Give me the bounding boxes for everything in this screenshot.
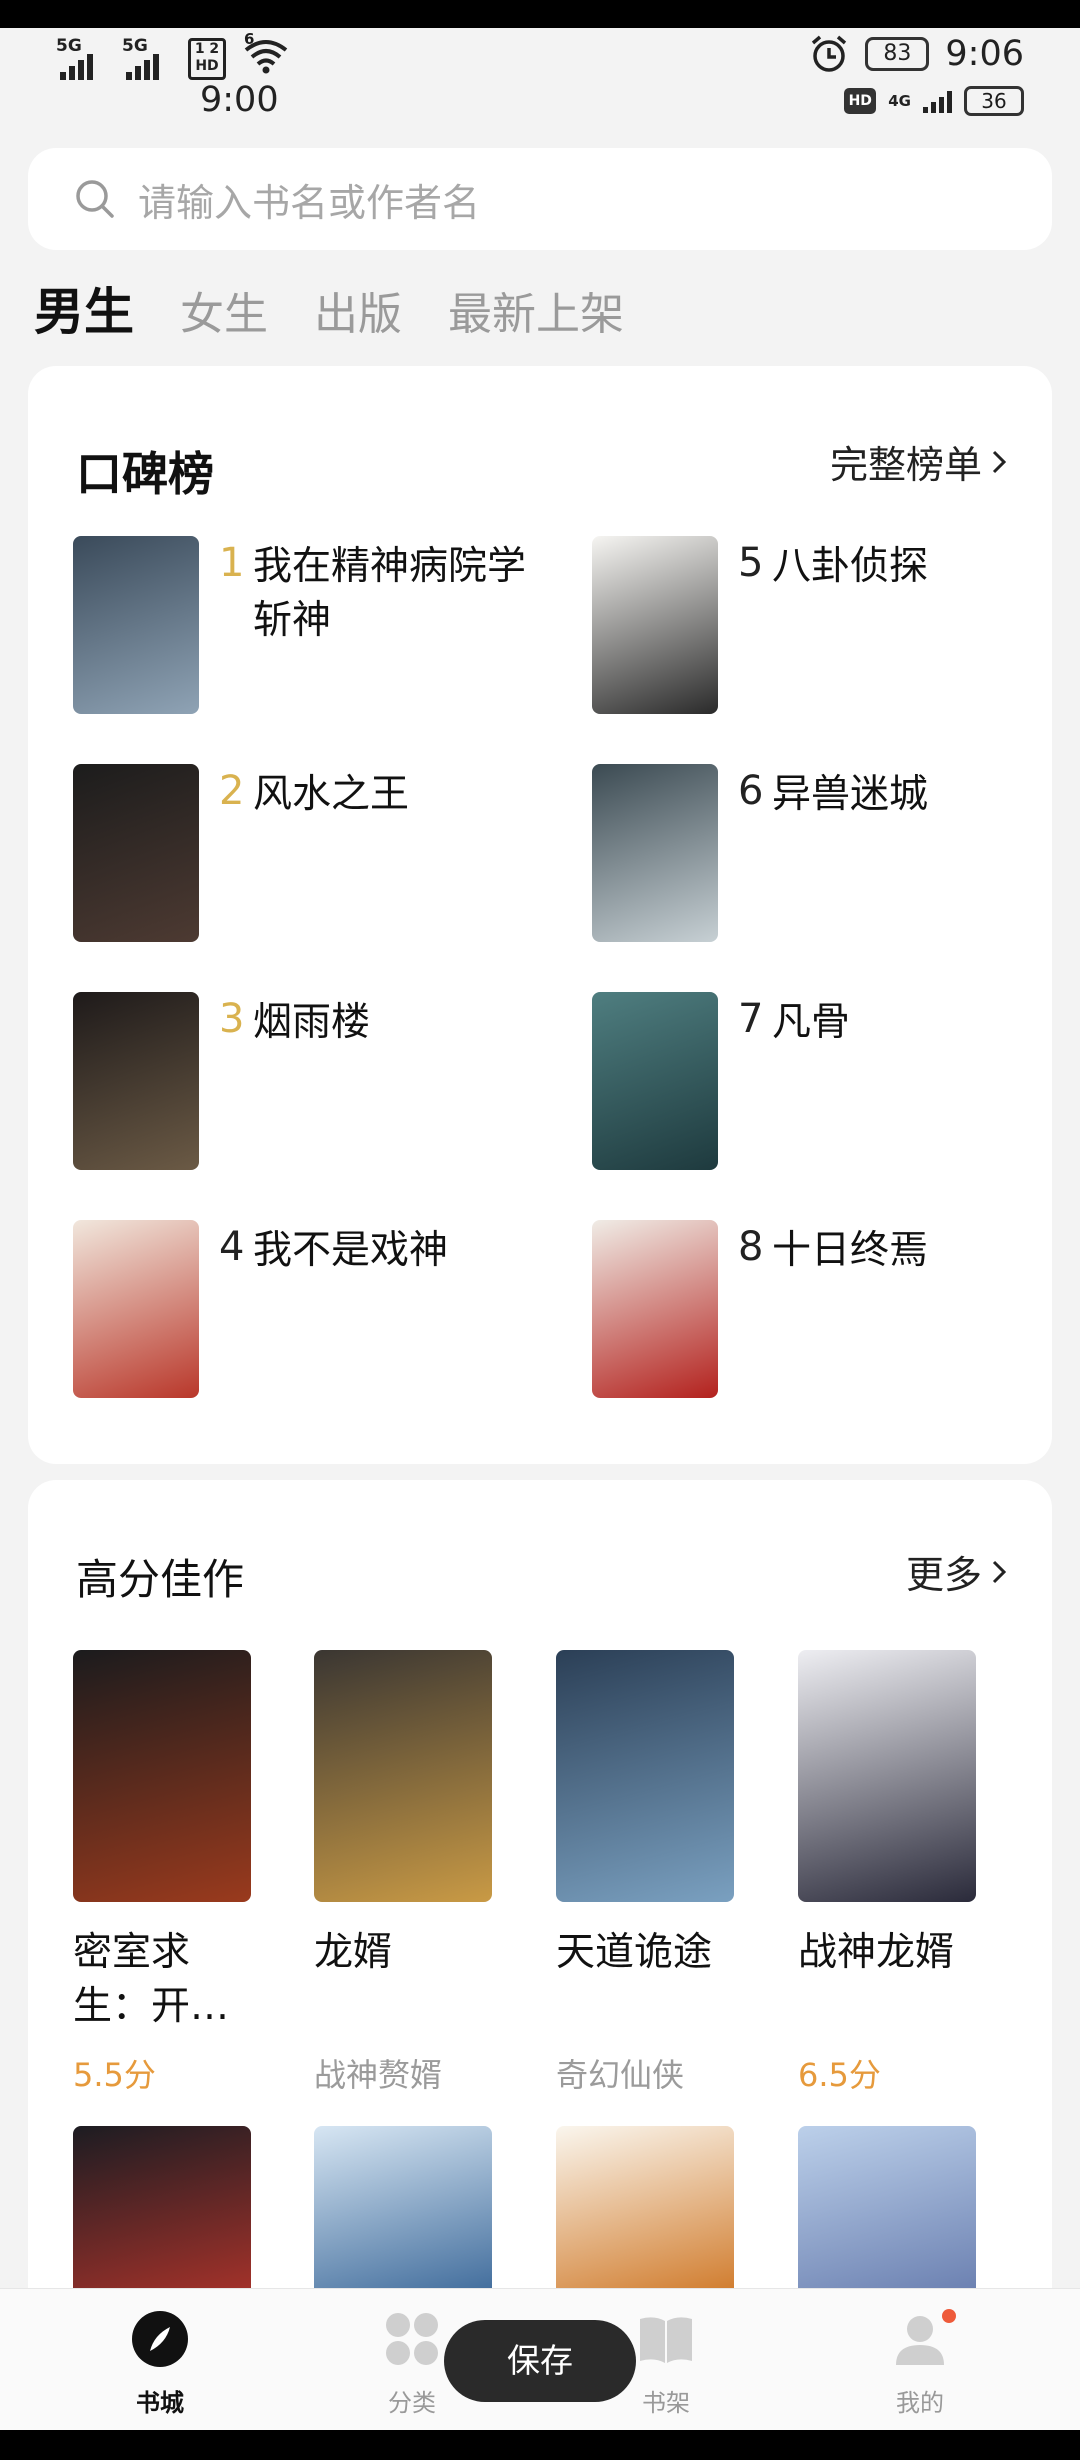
book-title[interactable]: 我在精神病院学斩神: [253, 540, 553, 648]
wifi-label: 6: [244, 30, 255, 48]
rank-number: 6: [738, 768, 764, 814]
ranking-card: 口碑榜 完整榜单 1 我在精神病院学斩神 2 风水之王 3 烟雨楼 4 我不是戏神 5 八卦侦探 6…: [28, 366, 1052, 1464]
wifi-icon: 6: [244, 30, 288, 80]
chevron-right-icon: [992, 1560, 1006, 1583]
book-title[interactable]: 十日终焉: [772, 1224, 1072, 1278]
more-link[interactable]: 更多: [906, 1544, 1006, 1599]
ranking-item[interactable]: 3 烟雨楼: [73, 992, 553, 1172]
book-score: 6.5分: [798, 2056, 881, 2094]
ranking-item[interactable]: 2 风水之王: [73, 764, 553, 944]
book-cover[interactable]: [798, 2126, 976, 2296]
book-title[interactable]: 密室求生：开…: [73, 1926, 251, 2034]
nav-profile-label: 我的: [896, 2389, 944, 2417]
book-title[interactable]: 我不是戏神: [253, 1224, 553, 1278]
battery-indicator-2: 36: [964, 86, 1024, 116]
book-cover[interactable]: [314, 2126, 492, 2296]
chevron-right-icon: [992, 450, 1006, 473]
book-card[interactable]: 密室求生：开… 5.5分: [73, 1650, 263, 2094]
signal-icon: 5G: [56, 36, 104, 80]
search-bar[interactable]: 请输入书名或作者名: [28, 148, 1052, 250]
book-title[interactable]: 风水之王: [253, 768, 553, 822]
book-cover[interactable]: [556, 2126, 734, 2296]
book-title[interactable]: 八卦侦探: [772, 540, 1072, 594]
book-cover[interactable]: [73, 764, 199, 942]
nav-bookstore[interactable]: 书城: [100, 2309, 220, 2418]
rank-number: 8: [738, 1224, 764, 1270]
search-icon: [76, 180, 114, 218]
battery-indicator: 83: [865, 37, 930, 71]
book-card[interactable]: 战神龙婿 6.5分: [798, 1650, 988, 2094]
rank-number: 2: [219, 768, 245, 814]
alarm-icon: [812, 35, 847, 72]
book-genre: 奇幻仙侠: [556, 2056, 685, 2094]
notification-dot: [942, 2309, 956, 2323]
search-placeholder[interactable]: 请输入书名或作者名: [138, 172, 480, 227]
category-icon: [386, 2313, 438, 2365]
clock-left: 9:00: [200, 80, 279, 120]
rank-number: 1: [219, 540, 245, 586]
book-cover[interactable]: [592, 1220, 718, 1398]
rank-number: 7: [738, 996, 764, 1042]
ranking-title: 口碑榜: [76, 447, 214, 501]
book-title[interactable]: 烟雨楼: [253, 996, 553, 1050]
category-tabs: 男生 女生 出版 最新上架: [34, 272, 624, 344]
sim1-label: 5G: [56, 36, 82, 56]
tab-male[interactable]: 男生: [34, 272, 134, 344]
book-cover[interactable]: [73, 1220, 199, 1398]
book-cover[interactable]: [73, 2126, 251, 2296]
book-cover[interactable]: [73, 536, 199, 714]
top-black-bar: [0, 0, 1080, 28]
more-label: 更多: [905, 1553, 982, 1597]
ranking-item[interactable]: 5 八卦侦探: [592, 536, 1072, 716]
book-cover[interactable]: [73, 1650, 251, 1902]
bookstore-icon: [132, 2311, 188, 2367]
profile-icon: [896, 2316, 944, 2365]
book-title[interactable]: 异兽迷城: [772, 768, 1072, 822]
tab-published[interactable]: 出版: [314, 278, 402, 342]
nav-bookstore-label: 书城: [136, 2389, 184, 2417]
ranking-item[interactable]: 8 十日终焉: [592, 1220, 1072, 1400]
clock-right: 9:06: [945, 34, 1024, 74]
hd-badge: HD: [844, 88, 877, 114]
book-cover[interactable]: [556, 1650, 734, 1902]
signal-icon-3: [923, 89, 952, 113]
high-score-title: 高分佳作: [76, 1555, 245, 1604]
bookshelf-icon: [640, 2317, 692, 2363]
save-toast[interactable]: 保存: [444, 2320, 636, 2402]
signal-icon-2: 5G: [122, 36, 170, 80]
ranking-item[interactable]: 4 我不是戏神: [73, 1220, 553, 1400]
network-label: 4G: [888, 92, 911, 110]
full-ranking-label: 完整榜单: [829, 443, 982, 487]
book-title[interactable]: 凡骨: [772, 996, 1072, 1050]
book-cover[interactable]: [798, 1650, 976, 1902]
book-cover[interactable]: [314, 1650, 492, 1902]
tab-female[interactable]: 女生: [180, 278, 268, 342]
rank-number: 4: [219, 1224, 245, 1270]
book-title[interactable]: 战神龙婿: [798, 1926, 976, 1980]
nav-profile[interactable]: 我的: [860, 2309, 980, 2418]
book-card[interactable]: 天道诡途 奇幻仙侠: [556, 1650, 746, 2094]
sim2-label: 5G: [122, 36, 148, 56]
book-title[interactable]: 天道诡途: [556, 1926, 734, 1980]
rank-number: 3: [219, 996, 245, 1042]
book-cover[interactable]: [592, 536, 718, 714]
tab-new-arrivals[interactable]: 最新上架: [448, 278, 624, 342]
ranking-item[interactable]: 6 异兽迷城: [592, 764, 1072, 944]
book-cover[interactable]: [592, 764, 718, 942]
book-cover[interactable]: [73, 992, 199, 1170]
bottom-black-bar: [0, 2430, 1080, 2460]
book-score: 5.5分: [73, 2056, 156, 2094]
book-cover[interactable]: [592, 992, 718, 1170]
status-bar: 5G 5G 1 2 HD 6 9:00 83 9:06 HD 4G 36: [0, 28, 1080, 138]
hd-icon: 1 2 HD: [188, 38, 226, 80]
rank-number: 5: [738, 540, 764, 586]
book-genre: 战神赘婿: [314, 2056, 443, 2094]
full-ranking-link[interactable]: 完整榜单: [830, 434, 1006, 489]
book-title[interactable]: 龙婿: [314, 1926, 492, 1980]
ranking-item[interactable]: 1 我在精神病院学斩神: [73, 536, 553, 716]
ranking-item[interactable]: 7 凡骨: [592, 992, 1072, 1172]
book-card[interactable]: 龙婿 战神赘婿: [314, 1650, 504, 2094]
